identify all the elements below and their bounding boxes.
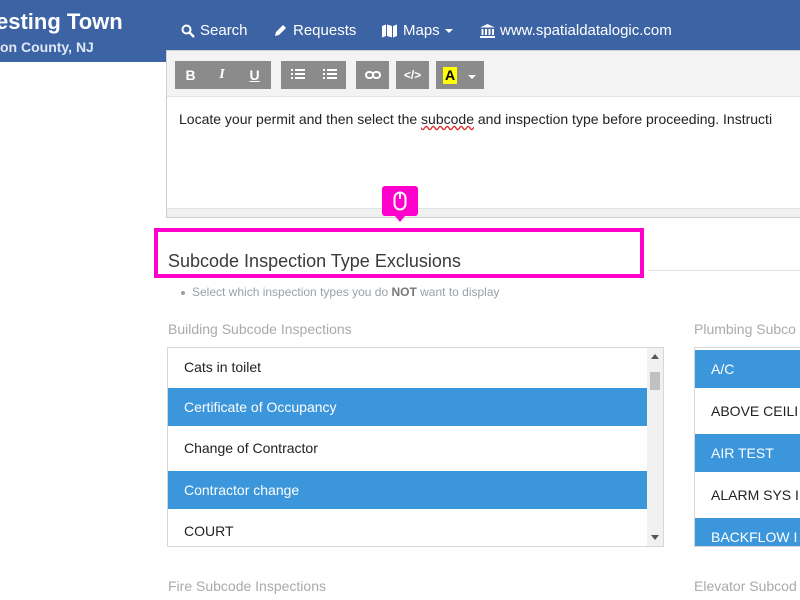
nav-maps[interactable]: Maps	[381, 22, 453, 39]
underline-button[interactable]: U	[238, 61, 271, 89]
editor-text-start: Locate your permit and then select the	[179, 111, 422, 127]
pencil-icon	[273, 23, 288, 38]
hint-text-bold: NOT	[391, 285, 417, 299]
link-icon	[364, 67, 381, 83]
hint-text-end: want to display	[416, 285, 500, 299]
code-view-button[interactable]: </>	[396, 61, 429, 89]
editor-text-misspelled: subcode	[421, 111, 474, 127]
nav-search[interactable]: Search	[181, 22, 248, 39]
font-color-icon: A	[443, 66, 457, 84]
plumbing-inspections-listbox[interactable]: A/C ABOVE CEILI AIR TEST ALARM SYS I BAC…	[694, 347, 800, 547]
list-item[interactable]: ALARM SYS I	[695, 476, 800, 514]
bullet-list-button[interactable]	[281, 61, 314, 89]
nav-requests[interactable]: Requests	[273, 22, 356, 39]
bold-label: B	[185, 67, 196, 83]
list-ol-icon	[323, 67, 337, 83]
elevator-subcode-label: Elevator Subcod	[694, 578, 797, 594]
nav-requests-label: Requests	[293, 22, 357, 39]
code-view-label: </>	[403, 68, 422, 82]
search-icon	[181, 24, 195, 38]
bank-icon	[480, 23, 495, 38]
mouse-icon	[393, 191, 407, 216]
nav-website-link[interactable]: www.spatialdatalogic.com	[480, 22, 672, 39]
listbox-scrollbar[interactable]	[647, 348, 663, 546]
bold-button[interactable]: B	[175, 61, 206, 89]
italic-button[interactable]: I	[206, 61, 238, 89]
nav-search-label: Search	[200, 22, 248, 39]
annotation-highlight-box	[154, 228, 644, 278]
plumbing-subcode-label: Plumbing Subco	[694, 321, 796, 337]
brand-title[interactable]: esting Town	[0, 9, 123, 35]
caret-down-icon	[468, 67, 476, 83]
list-item[interactable]: A/C	[695, 350, 800, 388]
nav-maps-label: Maps	[403, 22, 440, 39]
link-button[interactable]	[356, 61, 389, 89]
brand-subtitle: on County, NJ	[0, 39, 94, 55]
numbered-list-button[interactable]	[314, 61, 346, 89]
editor-resize-bar[interactable]	[167, 208, 800, 217]
scroll-down-icon[interactable]	[651, 535, 659, 540]
map-icon	[381, 24, 398, 38]
list-item[interactable]: Change of Contractor	[168, 429, 649, 467]
instructions-editor: B I U </> A Locate your permit and then …	[166, 50, 800, 218]
section-hint: Select which inspection types you do NOT…	[192, 285, 500, 299]
editor-content[interactable]: Locate your permit and then select the s…	[179, 111, 772, 127]
list-item[interactable]: ABOVE CEILI	[695, 392, 800, 430]
underline-label: U	[249, 67, 260, 83]
section-divider	[648, 270, 800, 271]
nav-website-label: www.spatialdatalogic.com	[500, 22, 672, 39]
hint-bullet	[181, 291, 185, 295]
list-item[interactable]: AIR TEST	[695, 434, 800, 472]
list-item[interactable]: BACKFLOW I	[695, 518, 800, 546]
scroll-up-icon[interactable]	[651, 354, 659, 359]
list-item[interactable]: Contractor change	[168, 471, 649, 509]
building-subcode-label: Building Subcode Inspections	[168, 321, 352, 337]
caret-down-icon	[444, 28, 453, 34]
list-item[interactable]: COURT	[168, 512, 649, 546]
font-color-letter: A	[444, 67, 456, 83]
list-item[interactable]: Certificate of Occupancy	[168, 388, 649, 426]
italic-label: I	[219, 67, 225, 82]
hint-text-start: Select which inspection types you do	[192, 285, 392, 299]
font-color-button[interactable]: A	[436, 61, 484, 89]
scrollbar-thumb[interactable]	[650, 372, 660, 390]
building-inspections-listbox[interactable]: Cats in toilet Certificate of Occupancy …	[167, 347, 664, 547]
fire-subcode-label: Fire Subcode Inspections	[168, 578, 326, 594]
click-annotation-marker	[382, 186, 418, 222]
editor-text-end: and inspection type before proceeding. I…	[473, 111, 773, 127]
list-ul-icon	[290, 67, 305, 83]
editor-toolbar: B I U </> A	[167, 51, 800, 97]
list-item[interactable]: Cats in toilet	[168, 348, 649, 386]
